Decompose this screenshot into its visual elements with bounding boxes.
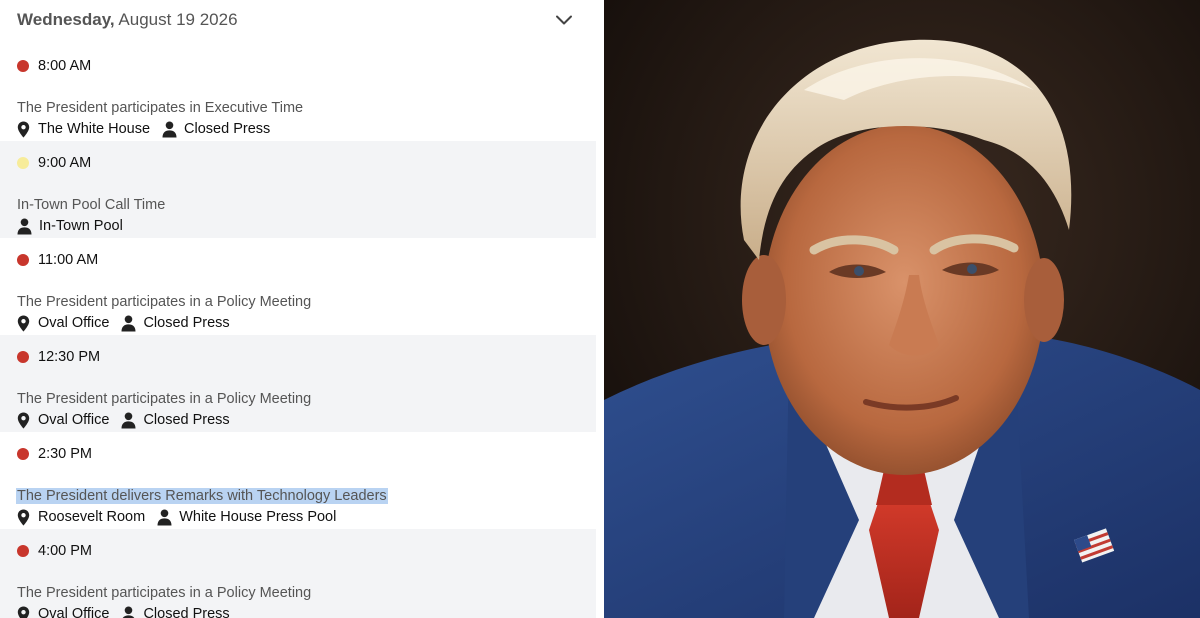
event-press: Closed Press xyxy=(121,606,230,618)
status-dot xyxy=(17,351,29,363)
date-header: Wednesday, August 19 2026 xyxy=(0,0,597,40)
event-meta: The White House Closed Press xyxy=(17,120,282,138)
status-dot xyxy=(17,254,29,266)
event-time: 11:00 AM xyxy=(17,250,98,270)
event-meta: Oval Office Closed Press xyxy=(17,411,242,429)
status-dot xyxy=(17,60,29,72)
map-pin-icon xyxy=(17,509,30,525)
event-item[interactable]: 4:00 PM The President participates in a … xyxy=(0,529,596,618)
event-press-label: Closed Press xyxy=(184,121,271,137)
event-item[interactable]: 12:30 PM The President participates in a… xyxy=(0,335,596,432)
event-press-label: Closed Press xyxy=(143,315,230,331)
event-time: 4:00 PM xyxy=(17,541,92,561)
event-time: 12:30 PM xyxy=(17,347,100,367)
event-title: The President participates in a Policy M… xyxy=(17,294,312,310)
person-icon xyxy=(121,315,136,331)
event-title-selected[interactable]: The President delivers Remarks with Tech… xyxy=(16,488,388,504)
event-location-label: Oval Office xyxy=(38,412,110,428)
event-item[interactable]: 11:00 AM The President participates in a… xyxy=(0,238,597,335)
event-meta: Roosevelt Room White House Press Pool xyxy=(17,508,348,526)
person-icon xyxy=(122,606,136,618)
date-title: Wednesday, August 19 2026 xyxy=(17,10,238,30)
schedule-panel: Wednesday, August 19 2026 8:00 AM The Pr… xyxy=(0,0,597,618)
portrait-photo xyxy=(604,0,1200,618)
event-time-label: 8:00 AM xyxy=(38,58,92,74)
event-location: Oval Office xyxy=(17,315,109,332)
event-press: In-Town Pool xyxy=(17,218,123,235)
event-press-label: White House Press Pool xyxy=(179,509,337,525)
event-time-label: 2:30 PM xyxy=(38,446,92,462)
event-location: Oval Office xyxy=(17,606,109,618)
event-location: The White House xyxy=(17,121,150,138)
event-meta: In-Town Pool xyxy=(17,217,135,235)
date-rest: August 19 2026 xyxy=(114,10,238,29)
event-press: White House Press Pool xyxy=(157,509,336,526)
person-icon xyxy=(121,412,136,428)
status-dot xyxy=(17,157,29,169)
event-location: Roosevelt Room xyxy=(17,509,145,526)
person-icon xyxy=(157,509,172,525)
event-title: In-Town Pool Call Time xyxy=(17,197,166,213)
event-press: Closed Press xyxy=(121,315,230,332)
event-meta: Oval Office Closed Press xyxy=(17,605,242,618)
status-dot xyxy=(17,545,29,557)
event-location: Oval Office xyxy=(17,412,109,429)
map-pin-icon xyxy=(17,315,30,331)
event-press-label: Closed Press xyxy=(143,412,230,428)
panel-divider xyxy=(597,0,604,618)
person-icon xyxy=(17,218,32,234)
event-time-label: 11:00 AM xyxy=(38,252,99,268)
chevron-down-icon[interactable] xyxy=(554,10,574,30)
event-time: 9:00 AM xyxy=(17,153,91,173)
event-time-label: 4:00 PM xyxy=(38,543,92,559)
event-location-label: Oval Office xyxy=(38,315,110,331)
event-press-label: In-Town Pool xyxy=(39,218,123,234)
event-item[interactable]: 8:00 AM The President participates in Ex… xyxy=(0,44,597,141)
event-location-label: Roosevelt Room xyxy=(38,509,146,525)
map-pin-icon xyxy=(17,412,30,428)
date-weekday: Wednesday, xyxy=(17,10,115,29)
event-time: 2:30 PM xyxy=(17,444,92,464)
event-time-label: 12:30 PM xyxy=(38,349,101,365)
status-dot xyxy=(17,448,29,460)
event-location-label: The White House xyxy=(38,121,151,137)
event-location-label: Oval Office xyxy=(38,606,110,618)
event-item[interactable]: 9:00 AM In-Town Pool Call Time In-Town P… xyxy=(0,141,596,238)
event-item[interactable]: 2:30 PM The President delivers Remarks w… xyxy=(0,432,597,529)
event-title: The President participates in a Policy M… xyxy=(17,391,312,407)
event-time-label: 9:00 AM xyxy=(38,155,92,171)
event-press-label: Closed Press xyxy=(143,606,230,618)
event-press: Closed Press xyxy=(162,121,270,138)
map-pin-icon xyxy=(17,121,30,137)
event-meta: Oval Office Closed Press xyxy=(17,314,242,332)
event-title: The President participates in Executive … xyxy=(17,100,304,116)
event-title: The President participates in a Policy M… xyxy=(17,585,312,601)
event-press: Closed Press xyxy=(121,412,230,429)
event-time: 8:00 AM xyxy=(17,56,91,76)
map-pin-icon xyxy=(17,606,30,618)
person-icon xyxy=(162,121,177,137)
